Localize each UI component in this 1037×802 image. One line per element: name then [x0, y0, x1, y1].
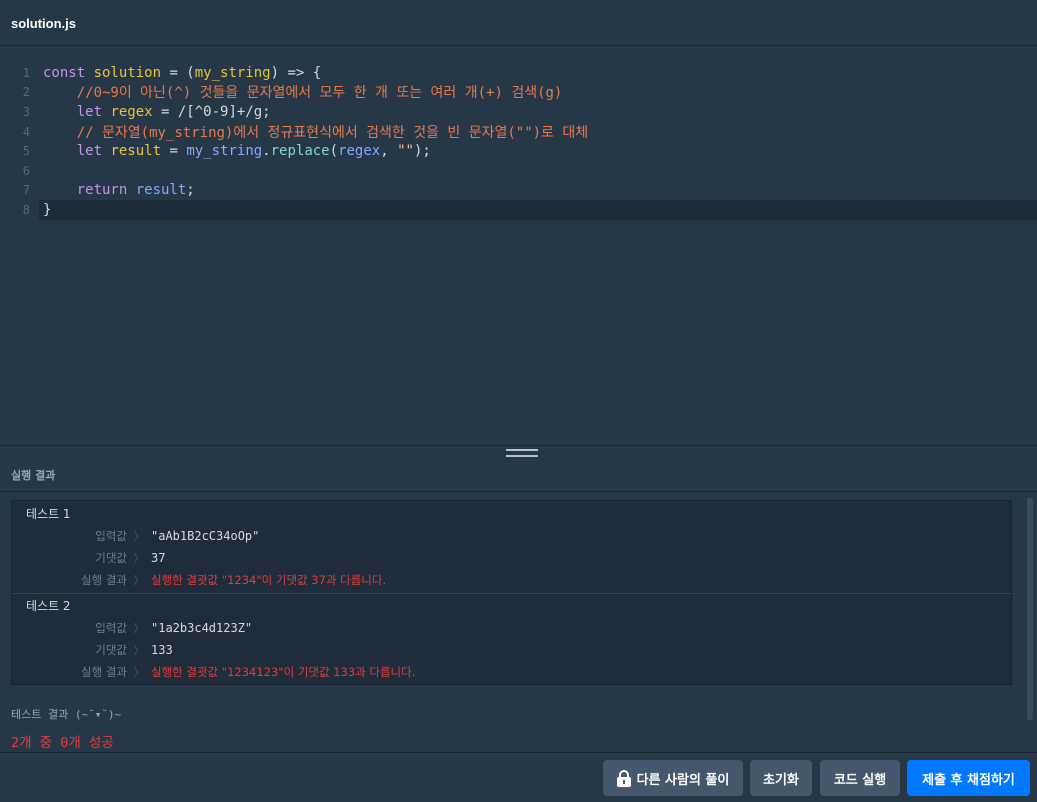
line-number: 2	[22, 85, 30, 100]
code-text: let regex = /[^0-9]+/g;	[34, 104, 271, 120]
code-line[interactable]: 6	[0, 161, 1037, 181]
code-editor[interactable]: 1 const solution = (my_string) => {2 //0~…	[0, 47, 1037, 445]
code-line[interactable]: 1 const solution = (my_string) => {	[0, 63, 1037, 83]
code-text: //0~9이 아닌(^) 것들을 문자열에서 모두 한 개 또는 여러 개(+)…	[34, 82, 563, 102]
test-row-value: 37	[151, 551, 166, 565]
submit-button[interactable]: 제출 후 채점하기	[907, 760, 1030, 796]
chevron-right-icon: 〉	[133, 666, 145, 679]
code-token: result	[135, 182, 187, 199]
run-code-button[interactable]: 코드 실행	[820, 760, 900, 796]
code-token: ""	[397, 143, 414, 160]
chevron-right-icon: 〉	[133, 574, 145, 587]
code-line[interactable]: 2 //0~9이 아닌(^) 것들을 문자열에서 모두 한 개 또는 여러 개(…	[0, 83, 1037, 103]
code-line[interactable]: 4 // 문자열(my_string)에서 정규표현식에서 검색한 것을 빈 문…	[0, 122, 1037, 142]
test-row-value: 133	[151, 643, 173, 657]
test-row: 기댓값 〉 37	[12, 548, 1011, 568]
code-token: regex	[110, 103, 153, 120]
chevron-right-icon: 〉	[133, 622, 145, 635]
code-token: ) => {	[270, 64, 322, 81]
line-number: 8	[22, 202, 30, 217]
result-scrollbar[interactable]	[1027, 498, 1033, 720]
code-text: // 문자열(my_string)에서 정규표현식에서 검색한 것을 빈 문자열…	[34, 122, 588, 142]
test-summary-result: 2개 중 0개 성공	[11, 735, 114, 751]
drag-handle-icon[interactable]	[506, 449, 538, 457]
code-token: let	[43, 143, 111, 160]
test-row: 입력값 〉 "aAb1B2cC34oOp"	[12, 526, 1011, 546]
code-line[interactable]: 5 let result = my_string.replace(regex, …	[0, 141, 1037, 161]
test-row-value: "1a2b3c4d123Z"	[151, 621, 253, 635]
code-text: const solution = (my_string) => {	[34, 65, 321, 81]
test-row-value: "aAb1B2cC34oOp"	[151, 529, 260, 543]
test-row-label: 기댓값	[95, 643, 127, 657]
line-number: 4	[22, 124, 30, 139]
code-line[interactable]: 8}	[23, 200, 1037, 220]
code-token: result	[110, 143, 162, 160]
line-number: 5	[22, 144, 30, 159]
chevron-right-icon: 〉	[133, 552, 145, 565]
code-line[interactable]: 7 return result;	[0, 181, 1037, 201]
result-panel: 테스트 1 입력값 〉 "aAb1B2cC34oOp" 기댓값 〉 37 실행 결과 〉 실행한 …	[0, 493, 1037, 752]
result-panel-title: 실행 결과	[0, 459, 1037, 492]
code-token: ;	[186, 182, 195, 199]
code-token: my_string	[194, 64, 271, 81]
code-token: regex	[338, 143, 381, 160]
action-footer: 다른 사람의 풀이 초기화 코드 실행 제출 후 채점하기	[0, 752, 1037, 802]
run-code-label: 코드 실행	[833, 772, 887, 788]
panel-splitter[interactable]	[0, 445, 1037, 459]
submit-label: 제출 후 채점하기	[922, 772, 1015, 788]
code-token: replace	[270, 143, 330, 160]
test-divider	[12, 593, 1011, 594]
test-row: 입력값 〉 "1a2b3c4d123Z"	[12, 618, 1011, 638]
test-summary-title: 테스트 결과 (~˘▾˘)~	[11, 708, 122, 721]
code-token: //0~9이 아닌(^) 것들을 문자열에서 모두 한 개 또는 여러 개(+)…	[43, 85, 563, 102]
code-token: ,	[380, 143, 398, 160]
code-text: return result;	[34, 182, 195, 198]
code-text: let result = my_string.replace(regex, ""…	[34, 143, 431, 159]
editor-tab-bar: solution.js	[0, 0, 1037, 46]
chevron-right-icon: 〉	[133, 644, 145, 657]
code-token: =	[161, 143, 187, 160]
code-token: const	[43, 64, 94, 81]
test-row-label: 입력값	[95, 621, 127, 635]
code-token: // 문자열(my_string)에서 정규표현식에서 검색한 것을 빈 문자열…	[43, 124, 589, 141]
chevron-right-icon: 〉	[133, 530, 145, 543]
code-token: );	[413, 143, 431, 160]
test-row-label: 실행 결과	[81, 573, 127, 587]
test-row: 실행 결과 〉 실행한 결괏값 "1234123"이 기댓값 133과 다릅니다.	[12, 662, 1011, 682]
test-row-value: 실행한 결괏값 "1234"이 기댓값 37과 다릅니다.	[151, 573, 387, 587]
code-token: my_string	[186, 143, 263, 160]
test-row-label: 입력값	[95, 529, 127, 543]
line-number: 1	[22, 65, 30, 80]
code-token: = /[^0-9]+/g;	[152, 103, 271, 120]
code-token: return	[43, 182, 136, 199]
test-case-title: 테스트 1	[26, 507, 71, 521]
reset-button[interactable]: 초기화	[750, 760, 812, 796]
test-row-value: 실행한 결괏값 "1234123"이 기댓값 133과 다릅니다.	[151, 665, 416, 679]
test-row-label: 기댓값	[95, 551, 127, 565]
code-token: (	[329, 143, 339, 160]
line-number: 3	[22, 104, 30, 119]
code-text: }	[34, 202, 51, 218]
test-row: 기댓값 〉 133	[12, 640, 1011, 660]
lock-icon	[616, 769, 631, 787]
line-number: 6	[22, 163, 30, 178]
test-row-label: 실행 결과	[81, 665, 127, 679]
code-token: = (	[161, 64, 195, 81]
others-solution-button[interactable]: 다른 사람의 풀이	[603, 760, 743, 796]
code-token: let	[43, 103, 111, 120]
code-line[interactable]: 3 let regex = /[^0-9]+/g;	[0, 102, 1037, 122]
code-token: }	[43, 201, 52, 218]
test-results-box: 테스트 1 입력값 〉 "aAb1B2cC34oOp" 기댓값 〉 37 실행 결과 〉 실행한 …	[11, 500, 1012, 685]
others-solution-label: 다른 사람의 풀이	[636, 772, 730, 788]
test-row: 실행 결과 〉 실행한 결괏값 "1234"이 기댓값 37과 다릅니다.	[12, 570, 1011, 590]
file-tab-solution[interactable]: solution.js	[0, 0, 87, 46]
code-token: .	[262, 143, 271, 160]
line-number: 7	[22, 183, 30, 198]
test-case-title: 테스트 2	[26, 599, 71, 613]
code-token: solution	[93, 64, 162, 81]
reset-label: 초기화	[763, 772, 799, 788]
